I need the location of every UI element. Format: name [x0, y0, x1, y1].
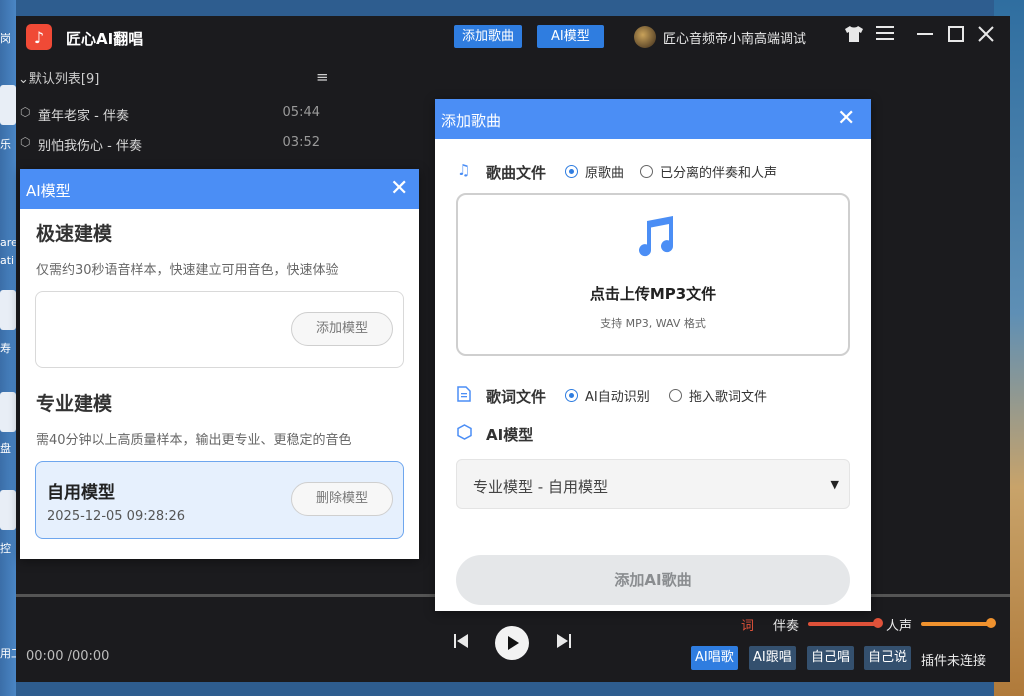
accompaniment-label: 伴奏 [773, 619, 800, 634]
lyric-toggle[interactable]: 词 [741, 615, 754, 634]
radio-auto-lyrics[interactable] [565, 389, 578, 402]
radio-separated[interactable] [640, 165, 653, 178]
playlist-menu-icon[interactable]: ≡ [316, 68, 329, 86]
app-title: 匠心AI翻唱 [66, 30, 144, 48]
menu-icon[interactable] [874, 25, 896, 47]
song-title: 童年老家 - 伴奏 [38, 109, 129, 124]
model-date: 2025-12-05 09:28:26 [47, 509, 186, 524]
song-title: 别怕我伤心 - 伴奏 [38, 139, 142, 154]
upload-dropzone[interactable]: 点击上传MP3文件 支持 MP3, WAV 格式 [456, 193, 850, 356]
add-model-button[interactable]: 添加模型 [291, 312, 393, 346]
chevron-down-icon: ⌄ [18, 72, 29, 87]
model-card[interactable]: 自用模型 2025-12-05 09:28:26 删除模型 [35, 461, 404, 539]
add-song-dialog: 添加歌曲 ✕ ♫ 歌曲文件 原歌曲 已分离的伴奏和人声 点击上传MP3文件 支持… [435, 99, 871, 611]
ai-model-dialog: AI模型 ✕ 极速建模 仅需约30秒语音样本，快速建立可用音色，快速体验 添加模… [20, 169, 419, 559]
vocal-slider[interactable] [921, 622, 991, 626]
fast-model-desc: 仅需约30秒语音样本，快速建立可用音色，快速体验 [36, 263, 339, 278]
desktop-icon-label: are [0, 236, 16, 249]
playlist-header[interactable]: ⌄默认列表[9] [18, 68, 99, 87]
tag-icon: ⬡ [20, 105, 31, 119]
title-bar: ♪ 匠心AI翻唱 添加歌曲 AI模型 匠心音频帝小南高端调试 [16, 16, 1010, 58]
pro-model-title: 专业建模 [36, 393, 113, 415]
mode-ai-follow[interactable]: AI跟唱 [749, 646, 796, 670]
music-note-icon [458, 215, 852, 269]
ai-model-label: AI模型 [486, 426, 534, 444]
upload-text: 点击上传MP3文件 [589, 285, 717, 303]
playlist-title: 默认列表[9] [28, 72, 100, 87]
avatar[interactable] [634, 26, 656, 48]
mode-self-sing[interactable]: 自己唱 [807, 646, 855, 670]
desktop-icon[interactable] [0, 85, 16, 125]
list-item[interactable]: ⬡ 别怕我伤心 - 伴奏 03:52 [20, 132, 320, 156]
song-duration: 03:52 [282, 135, 320, 150]
model-name: 自用模型 [47, 483, 115, 503]
close-icon[interactable]: ✕ [837, 106, 855, 131]
music-note-icon: ♪ [33, 27, 45, 47]
radio-drag-lyrics[interactable] [669, 389, 682, 402]
close-icon[interactable] [975, 25, 997, 47]
fast-model-box: 添加模型 [35, 291, 404, 368]
desktop-icon-label: 控 [0, 542, 11, 555]
previous-icon[interactable] [453, 633, 469, 653]
plugin-status: 插件未连接 [921, 654, 987, 669]
radio-original-label[interactable]: 原歌曲 [585, 162, 624, 181]
mode-self-speak[interactable]: 自己说 [864, 646, 912, 670]
caret-down-icon: ▼ [830, 478, 839, 491]
radio-drag-lyrics-label[interactable]: 拖入歌词文件 [689, 386, 767, 405]
play-button[interactable] [495, 626, 529, 660]
desktop-icon[interactable] [0, 290, 16, 330]
desktop-icon-label: 寿 [0, 342, 11, 355]
desktop-icon[interactable] [0, 392, 16, 432]
skin-icon[interactable] [843, 25, 865, 47]
radio-auto-lyrics-label[interactable]: AI自动识别 [585, 386, 650, 405]
dialog-header: 添加歌曲 ✕ [435, 99, 871, 139]
ai-model-button[interactable]: AI模型 [537, 25, 604, 48]
ai-model-select[interactable]: 专业模型 - 自用模型 ▼ [456, 459, 850, 509]
upload-formats: 支持 MP3, WAV 格式 [600, 317, 706, 330]
dialog-header: AI模型 ✕ [20, 169, 419, 209]
vocal-slider-handle[interactable] [986, 618, 996, 628]
desktop-icon-label: 乐 [0, 138, 11, 151]
next-icon[interactable] [556, 633, 572, 653]
document-icon [457, 386, 471, 406]
fast-model-title: 极速建模 [36, 223, 113, 245]
desktop-icon[interactable] [0, 490, 16, 530]
app-window: ♪ 匠心AI翻唱 添加歌曲 AI模型 匠心音频帝小南高端调试 ⌄默认列表[9] … [16, 16, 1010, 682]
desktop-icon-label: 岗 [0, 32, 11, 45]
desktop-icon-label: 用工 [0, 647, 16, 660]
app-logo-icon: ♪ [26, 24, 52, 50]
music-note-icon: ♫ [457, 161, 471, 179]
ai-hexagon-icon [457, 424, 472, 444]
song-file-label: 歌曲文件 [486, 164, 547, 182]
list-item[interactable]: ⬡ 童年老家 - 伴奏 05:44 [20, 102, 320, 126]
accompaniment-slider[interactable] [808, 622, 878, 626]
close-icon[interactable]: ✕ [390, 176, 408, 201]
desktop-icon-label: ati [0, 254, 15, 267]
maximize-icon[interactable] [945, 25, 967, 47]
radio-original[interactable] [565, 165, 578, 178]
tag-icon: ⬡ [20, 135, 31, 149]
dialog-title: AI模型 [26, 182, 71, 200]
lyric-file-label: 歌词文件 [486, 388, 547, 406]
mode-ai-sing[interactable]: AI唱歌 [691, 646, 738, 670]
vocal-label: 人声 [886, 619, 913, 634]
dialog-title: 添加歌曲 [441, 112, 502, 130]
delete-model-button[interactable]: 删除模型 [291, 482, 393, 516]
user-name[interactable]: 匠心音频帝小南高端调试 [663, 28, 806, 47]
time-display: 00:00 /00:00 [26, 649, 110, 664]
minimize-icon[interactable] [914, 25, 936, 47]
add-ai-song-button[interactable]: 添加AI歌曲 [456, 555, 850, 605]
play-icon [508, 636, 519, 650]
selected-model: 专业模型 - 自用模型 [473, 478, 608, 496]
pro-model-desc: 需40分钟以上高质量样本，输出更专业、更稳定的音色 [36, 433, 352, 448]
add-song-button[interactable]: 添加歌曲 [454, 25, 523, 48]
desktop-icon-label: 盘 [0, 442, 11, 455]
radio-separated-label[interactable]: 已分离的伴奏和人声 [660, 162, 777, 181]
accompaniment-slider-handle[interactable] [873, 618, 883, 628]
song-duration: 05:44 [282, 105, 320, 120]
